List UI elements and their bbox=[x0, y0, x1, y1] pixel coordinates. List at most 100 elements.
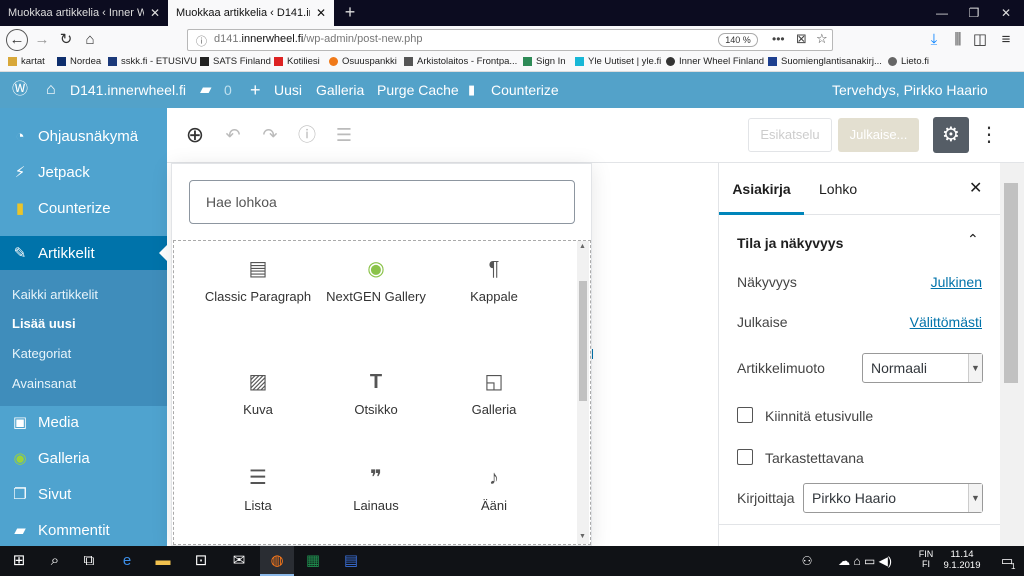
visibility-link[interactable]: Julkinen bbox=[931, 274, 982, 290]
sidebar-item-comments[interactable]: ▰ Kommentit bbox=[0, 512, 167, 548]
scrollbar-thumb[interactable] bbox=[579, 281, 587, 401]
sidebar-item-jetpack[interactable]: ⚡ Jetpack bbox=[0, 154, 167, 190]
tab-document[interactable]: Asiakirja bbox=[719, 163, 804, 215]
file-explorer-icon[interactable]: ▬ bbox=[146, 546, 180, 576]
zoom-badge[interactable]: 140 % bbox=[718, 33, 758, 47]
bookmark-item[interactable]: Sign In bbox=[523, 56, 566, 67]
redo-icon[interactable]: ↷ bbox=[258, 123, 282, 147]
bookmark-item[interactable]: Yle Uutiset | yle.fi bbox=[575, 56, 661, 67]
add-block-icon[interactable]: ⊕ bbox=[183, 123, 207, 147]
block-audio[interactable]: ♪ Ääni bbox=[435, 464, 553, 515]
menu-icon[interactable]: ≡ bbox=[996, 30, 1016, 50]
site-name-link[interactable]: D141.innerwheel.fi bbox=[70, 72, 186, 108]
home-icon[interactable]: ⌂ bbox=[46, 72, 56, 108]
block-heading[interactable]: T Otsikko bbox=[317, 368, 435, 419]
tray-icons[interactable]: ☁ ⌂ ▭ ◀) bbox=[820, 546, 910, 576]
back-icon[interactable]: ← bbox=[6, 29, 28, 51]
home-icon[interactable]: ⌂ bbox=[80, 30, 100, 50]
bookmark-item[interactable]: Inner Wheel Finland bbox=[666, 56, 764, 67]
undo-icon[interactable]: ↶ bbox=[221, 123, 245, 147]
outline-icon[interactable]: ☰ bbox=[332, 123, 356, 147]
language-indicator[interactable]: FIN FI bbox=[914, 549, 938, 569]
close-tab-icon[interactable]: ✕ bbox=[150, 6, 160, 20]
sticky-checkbox[interactable] bbox=[737, 407, 753, 423]
counterize-link[interactable]: Counterize bbox=[491, 72, 559, 108]
scrollbar-thumb[interactable] bbox=[1004, 183, 1018, 383]
sidebar-item-dashboard[interactable]: ◔ Ohjausnäkymä bbox=[0, 118, 167, 154]
edge-icon[interactable]: e bbox=[110, 546, 144, 576]
new-content-link[interactable]: Uusi bbox=[274, 72, 302, 108]
sidebar-item-counterize[interactable]: ▮ Counterize bbox=[0, 190, 167, 226]
info-icon[interactable]: ⓘ bbox=[196, 33, 207, 49]
pending-checkbox[interactable] bbox=[737, 449, 753, 465]
notification-icon[interactable]: ▭ bbox=[990, 546, 1024, 576]
minimize-icon[interactable]: — bbox=[926, 0, 958, 26]
word-icon[interactable]: ▤ bbox=[334, 546, 368, 576]
sticky-label[interactable]: Kiinnitä etusivulle bbox=[765, 408, 873, 424]
bookmark-star-icon[interactable]: ☆ bbox=[816, 31, 828, 47]
block-search-input[interactable]: Hae lohkoa bbox=[189, 180, 575, 224]
close-icon[interactable]: ✕ bbox=[969, 163, 982, 215]
author-select[interactable]: Pirkko Haario ▼ bbox=[803, 483, 983, 513]
plus-icon[interactable]: + bbox=[250, 72, 261, 108]
store-icon[interactable]: ⊡ bbox=[184, 546, 218, 576]
pocket-icon[interactable]: ⊠ bbox=[796, 31, 807, 47]
browser-tab-active[interactable]: Muokkaa artikkelia ‹ D141.innerwhe ✕ bbox=[168, 0, 334, 26]
comment-count[interactable]: 0 bbox=[224, 72, 232, 108]
task-view-icon[interactable]: ⧉ bbox=[72, 546, 106, 576]
publish-date-link[interactable]: Välittömästi bbox=[910, 314, 982, 330]
new-tab-icon[interactable]: + bbox=[340, 0, 360, 26]
windows-start-icon[interactable]: ⊞ bbox=[2, 546, 36, 576]
comment-icon[interactable]: ▰ bbox=[200, 72, 212, 108]
scroll-up-icon[interactable]: ▲ bbox=[579, 243, 586, 250]
clock[interactable]: 11.14 9.1.2019 bbox=[942, 549, 982, 571]
tab-block[interactable]: Lohko bbox=[819, 163, 857, 215]
excel-icon[interactable]: ▦ bbox=[296, 546, 330, 576]
bookmark-item[interactable]: Arkistolaitos - Frontpa... bbox=[404, 56, 517, 67]
more-options-icon[interactable]: ⋮ bbox=[979, 120, 999, 150]
sidebar-item-posts[interactable]: ✎ Artikkelit bbox=[0, 236, 167, 270]
settings-gear-icon[interactable]: ⚙ bbox=[933, 117, 969, 153]
greeting-text[interactable]: Tervehdys, Pirkko Haario bbox=[832, 72, 988, 108]
scroll-down-icon[interactable]: ▼ bbox=[579, 533, 586, 540]
sidebar-toggle-icon[interactable]: ◫ bbox=[970, 30, 990, 50]
bookmark-item[interactable]: Lieto.fi bbox=[888, 56, 929, 67]
page-scrollbar[interactable] bbox=[1000, 163, 1024, 546]
people-icon[interactable]: ⚇ bbox=[790, 546, 824, 576]
mail-icon[interactable]: ✉ bbox=[222, 546, 256, 576]
bookmark-item[interactable]: kartat bbox=[8, 56, 45, 67]
info-icon[interactable]: ⓘ bbox=[295, 123, 319, 147]
publish-button[interactable]: Julkaise... bbox=[838, 118, 919, 152]
firefox-icon[interactable]: ◍ bbox=[260, 546, 294, 576]
submenu-all-posts[interactable]: Kaikki artikkelit bbox=[12, 287, 98, 302]
block-quote[interactable]: ❞ Lainaus bbox=[317, 464, 435, 515]
reload-icon[interactable]: ↻ bbox=[56, 30, 76, 50]
submenu-add-new[interactable]: Lisää uusi bbox=[12, 316, 76, 331]
forward-icon[interactable]: → bbox=[32, 30, 52, 50]
block-nextgen-gallery[interactable]: ◉ NextGEN Gallery bbox=[317, 255, 435, 306]
preview-button[interactable]: Esikatselu bbox=[748, 118, 832, 152]
bookmark-item[interactable]: Osuuspankki bbox=[329, 56, 397, 67]
bookmark-item[interactable]: Nordea bbox=[57, 56, 101, 67]
block-image[interactable]: ▨ Kuva bbox=[199, 368, 317, 419]
post-format-select[interactable]: Normaali ▼ bbox=[862, 353, 983, 383]
panel-title[interactable]: Tila ja näkyvyys bbox=[737, 235, 843, 251]
download-icon[interactable]: ⤓ bbox=[924, 30, 944, 50]
pending-label[interactable]: Tarkastettavana bbox=[765, 450, 864, 466]
chevron-up-icon[interactable]: ⌃ bbox=[967, 231, 979, 248]
block-paragraph[interactable]: ¶ Kappale bbox=[435, 255, 553, 306]
close-window-icon[interactable]: ✕ bbox=[990, 0, 1022, 26]
submenu-tags[interactable]: Avainsanat bbox=[12, 376, 76, 391]
bookmark-item[interactable]: Suomienglantisanakirj... bbox=[768, 56, 882, 67]
submenu-categories[interactable]: Kategoriat bbox=[12, 346, 71, 361]
bookmark-item[interactable]: Kotiliesi bbox=[274, 56, 320, 67]
search-icon[interactable]: ⌕ bbox=[38, 546, 72, 576]
sidebar-item-gallery[interactable]: ◉ Galleria bbox=[0, 440, 167, 476]
inserter-scrollbar[interactable]: ▲ ▼ bbox=[577, 241, 589, 544]
purge-cache-link[interactable]: Purge Cache bbox=[377, 72, 459, 108]
close-tab-icon[interactable]: ✕ bbox=[316, 6, 326, 20]
sidebar-item-pages[interactable]: ❐ Sivut bbox=[0, 476, 167, 512]
browser-tab[interactable]: Muokkaa artikkelia ‹ Inner Wheel Fi ✕ bbox=[0, 0, 168, 26]
library-icon[interactable]: ⫼ bbox=[948, 30, 968, 50]
sidebar-item-media[interactable]: ▣ Media bbox=[0, 404, 167, 440]
